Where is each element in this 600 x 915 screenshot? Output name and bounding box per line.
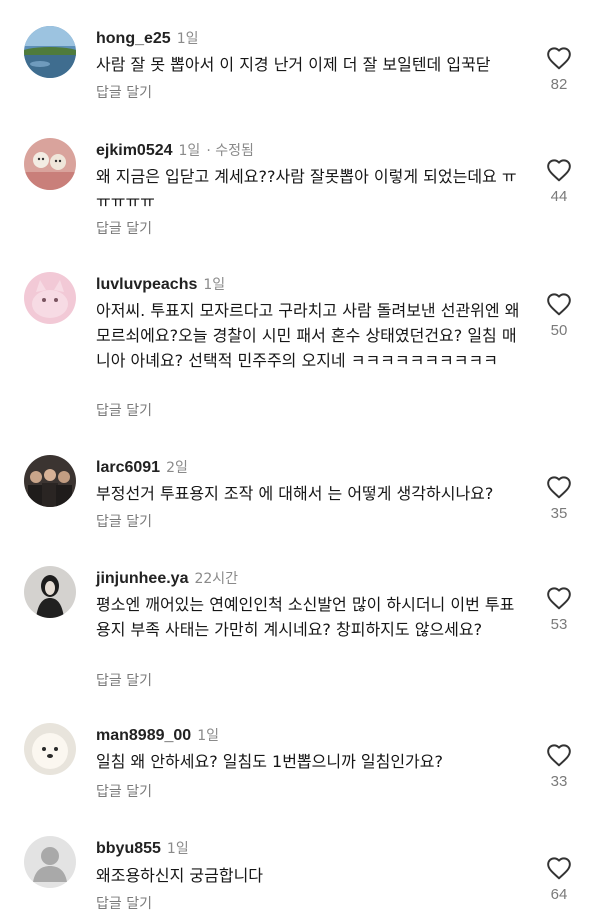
username[interactable]: jinjunhee.ya	[96, 570, 188, 587]
heart-icon[interactable]	[546, 475, 572, 499]
edited-label: · 수정됨	[206, 143, 254, 159]
like-count: 33	[550, 773, 568, 790]
portrait-avatar-icon[interactable]	[24, 566, 76, 618]
reply-button[interactable]: 답글 달기	[96, 219, 152, 239]
like-control[interactable]: 82	[532, 46, 586, 93]
comment-text: 평소엔 깨어있는 연예인인척 소신발언 많이 하시더니 이번 투표 용지 부족 …	[96, 595, 515, 639]
like-count: 64	[550, 886, 568, 903]
like-control[interactable]: 64	[532, 856, 586, 903]
comment-meta: hong_e25 1일	[96, 28, 198, 49]
comment-text: 왜 지금은 입닫고 계세요??사람 잘못뽑아 이렇게 되었는데요 ㅠㅠㅠㅠㅠ	[96, 167, 517, 211]
like-control[interactable]: 50	[532, 292, 586, 339]
like-count: 44	[550, 188, 568, 205]
timestamp: 1일	[203, 277, 226, 293]
reply-button[interactable]: 답글 달기	[96, 512, 152, 532]
default-user-avatar-icon[interactable]	[24, 836, 76, 888]
cat-avatar-icon[interactable]	[24, 272, 76, 324]
puppy-avatar-icon[interactable]	[24, 723, 76, 775]
timestamp: 1일	[176, 31, 199, 47]
comment-meta: ejkim0524 1일 · 수정됨	[96, 140, 254, 161]
reply-button[interactable]: 답글 달기	[96, 83, 152, 103]
reply-button[interactable]: 답글 달기	[96, 401, 152, 421]
reply-button[interactable]: 답글 달기	[96, 782, 152, 802]
heart-icon[interactable]	[546, 586, 572, 610]
comment-list: hong_e25 1일 사람 잘 못 뽑아서 이 지경 난거 이제 더 잘 보일텐…	[0, 0, 600, 915]
like-count: 35	[550, 505, 568, 522]
comment-text: 부정선거 투표용지 조작 에 대해서 는 어떻게 생각하시나요?	[96, 484, 494, 503]
like-count: 50	[550, 322, 568, 339]
like-control[interactable]: 33	[532, 743, 586, 790]
username[interactable]: luvluvpeachs	[96, 276, 197, 293]
username[interactable]: ejkim0524	[96, 142, 173, 159]
comment-meta: jinjunhee.ya 22시간	[96, 568, 238, 589]
comment-text: 사람 잘 못 뽑아서 이 지경 난거 이제 더 잘 보일텐데 입꾹닫	[96, 55, 491, 74]
timestamp: 2일	[166, 460, 188, 476]
like-control[interactable]: 53	[532, 586, 586, 633]
comment-meta: luvluvpeachs 1일	[96, 274, 225, 295]
group-photo-avatar-icon[interactable]	[24, 455, 76, 507]
like-count: 53	[550, 616, 568, 633]
dogs-avatar-icon[interactable]	[24, 138, 76, 190]
comment-meta: larc6091 2일	[96, 457, 188, 478]
comment-text: 왜조용하신지 궁금합니다	[96, 866, 264, 885]
timestamp: 1일	[178, 143, 201, 159]
comment-meta: man8989_00 1일	[96, 725, 219, 746]
reply-button[interactable]: 답글 달기	[96, 894, 152, 914]
heart-icon[interactable]	[546, 158, 572, 182]
username[interactable]: bbyu855	[96, 840, 161, 857]
comment-text: 일침 왜 안하세요? 일침도 1번뽑으니까 일침인가요?	[96, 752, 443, 771]
heart-icon[interactable]	[546, 856, 572, 880]
timestamp: 22시간	[194, 571, 239, 587]
heart-icon[interactable]	[546, 46, 572, 70]
comment-text: 아저씨. 투표지 모자르다고 구라치고 사람 돌려보낸 선관위엔 왜 모르쇠에요…	[96, 301, 520, 370]
heart-icon[interactable]	[546, 292, 572, 316]
timestamp: 1일	[166, 841, 189, 857]
username[interactable]: hong_e25	[96, 30, 171, 47]
comment-meta: bbyu855 1일	[96, 838, 189, 859]
timestamp: 1일	[197, 728, 219, 744]
username[interactable]: larc6091	[96, 459, 160, 476]
heart-icon[interactable]	[546, 743, 572, 767]
like-control[interactable]: 35	[532, 475, 586, 522]
landscape-avatar-icon[interactable]	[24, 26, 76, 78]
reply-button[interactable]: 답글 달기	[96, 671, 152, 691]
like-count: 82	[550, 76, 568, 93]
username[interactable]: man8989_00	[96, 727, 191, 744]
like-control[interactable]: 44	[532, 158, 586, 205]
